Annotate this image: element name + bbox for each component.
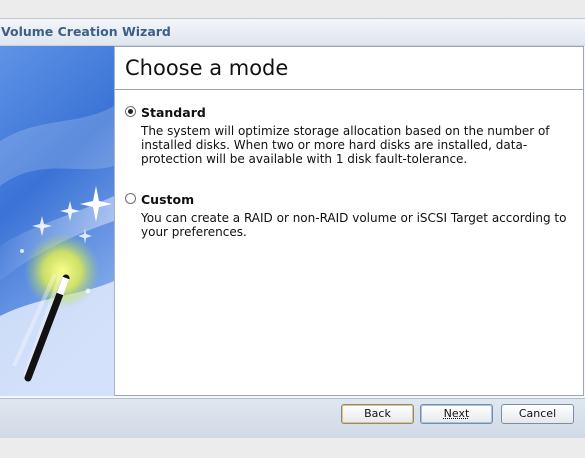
page-title: Choose a mode (125, 56, 289, 80)
wizard-side-panel (0, 46, 115, 396)
custom-label[interactable]: Custom (141, 192, 194, 207)
heading-box: Choose a mode (115, 47, 583, 90)
top-background (0, 0, 585, 18)
wizard-body: Choose a mode Standard The system will o… (0, 46, 585, 398)
bottom-background (0, 438, 585, 458)
custom-description: You can create a RAID or non-RAID volume… (141, 211, 567, 239)
button-bar: Back Next Cancel (0, 398, 585, 440)
wizard-content: Choose a mode Standard The system will o… (115, 46, 584, 396)
standard-description: The system will optimize storage allocat… (141, 124, 550, 166)
window-title: Volume Creation Wizard (1, 24, 171, 39)
magic-wand-icon (0, 46, 114, 396)
next-button[interactable]: Next (420, 404, 493, 424)
standard-radio[interactable] (125, 106, 136, 117)
standard-label[interactable]: Standard (141, 105, 206, 120)
custom-radio[interactable] (125, 193, 136, 204)
cancel-button[interactable]: Cancel (501, 404, 574, 424)
screen: Volume Creation Wizard Choose a mode Sta… (0, 0, 585, 458)
title-bar: Volume Creation Wizard (0, 19, 585, 46)
next-button-label: Next (443, 407, 470, 420)
wizard-window: Volume Creation Wizard Choose a mode Sta… (0, 18, 585, 440)
back-button[interactable]: Back (341, 404, 414, 424)
